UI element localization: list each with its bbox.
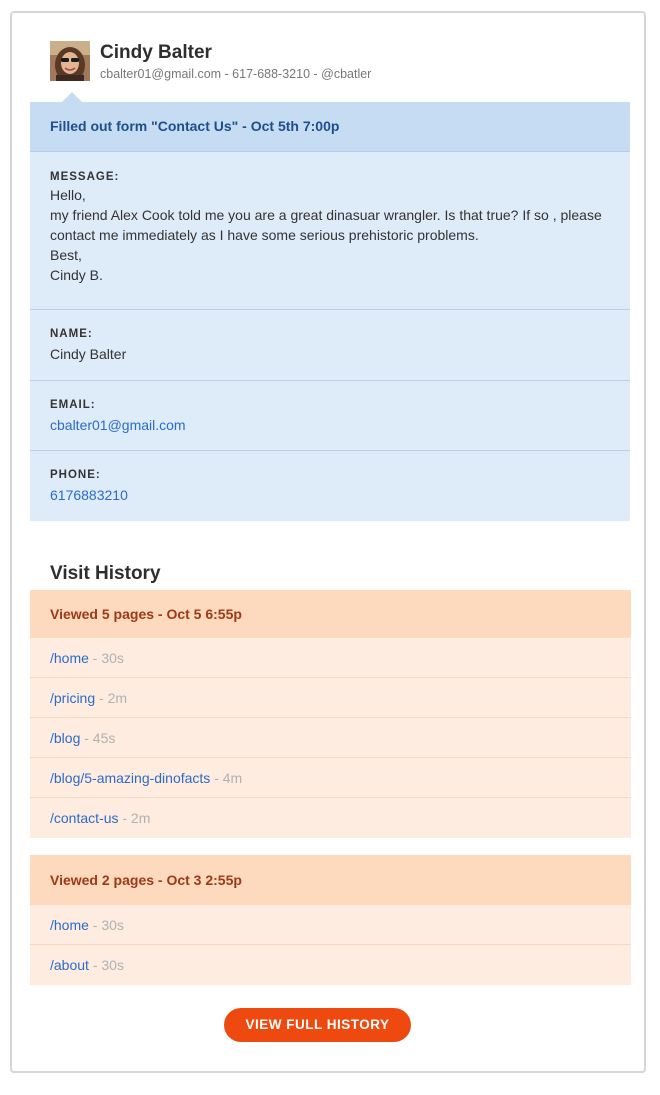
page-link[interactable]: /blog [50,730,80,746]
contact-info-line: cbalter01@gmail.com - 617-688-3210 - @cb… [100,67,372,81]
list-item: /home - 30s [30,638,631,678]
page-duration: - 45s [80,730,116,746]
callout-pointer [62,92,82,102]
page-duration: - 30s [88,650,124,666]
field-label: MESSAGE: [50,171,120,183]
message-line: my friend Alex Cook told me you are a gr… [50,207,602,243]
phone-link[interactable]: 6176883210 [50,485,610,505]
field-label: EMAIL: [50,399,96,411]
message-line: Hello, [50,187,86,203]
field-name: NAME: Cindy Balter [30,310,630,381]
field-message: MESSAGE: Hello, my friend Alex Cook told… [30,152,630,310]
page-link[interactable]: /about [50,957,89,973]
contact-name: Cindy Balter [100,42,212,63]
session-heading: Viewed 5 pages - Oct 5 6:55p [30,590,631,638]
view-full-history-button[interactable]: VIEW FULL HISTORY [224,1008,411,1042]
form-submission: Filled out form "Contact Us" - Oct 5th 7… [30,92,630,521]
avatar-photo-icon [50,41,90,81]
avatar[interactable] [50,41,90,81]
visit-history-title: Visit History [50,563,161,584]
page-link[interactable]: /pricing [50,690,95,706]
list-item: /about - 30s [30,945,631,985]
page-duration: - 2m [95,690,128,706]
field-email: EMAIL: cbalter01@gmail.com [30,381,630,451]
page-duration: - 30s [88,957,124,973]
visit-session: Viewed 5 pages - Oct 5 6:55p /home - 30s… [30,590,631,838]
message-line: Best, [50,247,82,263]
field-label: NAME: [50,328,93,340]
session-heading: Viewed 2 pages - Oct 3 2:55p [30,855,631,905]
message-line: Cindy B. [50,267,103,283]
list-item: /home - 30s [30,905,631,945]
list-item: /blog - 45s [30,718,631,758]
page-link[interactable]: /home [50,917,89,933]
field-phone: PHONE: 6176883210 [30,451,630,521]
page-link[interactable]: /contact-us [50,810,118,826]
field-value-name: Cindy Balter [50,346,127,362]
form-submission-title: Filled out form "Contact Us" - Oct 5th 7… [30,102,630,152]
page-duration: - 2m [118,810,151,826]
list-item: /contact-us - 2m [30,798,631,838]
email-link[interactable]: cbalter01@gmail.com [50,415,610,435]
message-body: Hello, my friend Alex Cook told me you a… [50,185,610,285]
list-item: /pricing - 2m [30,678,631,718]
list-item: /blog/5-amazing-dinofacts - 4m [30,758,631,798]
page-duration: - 4m [210,770,243,786]
visit-session: Viewed 2 pages - Oct 3 2:55p /home - 30s… [30,855,631,985]
page-link[interactable]: /blog/5-amazing-dinofacts [50,770,210,786]
field-label: PHONE: [50,469,101,481]
page-duration: - 30s [88,917,124,933]
page-link[interactable]: /home [50,650,89,666]
contact-card: Cindy Balter cbalter01@gmail.com - 617-6… [10,11,646,1073]
